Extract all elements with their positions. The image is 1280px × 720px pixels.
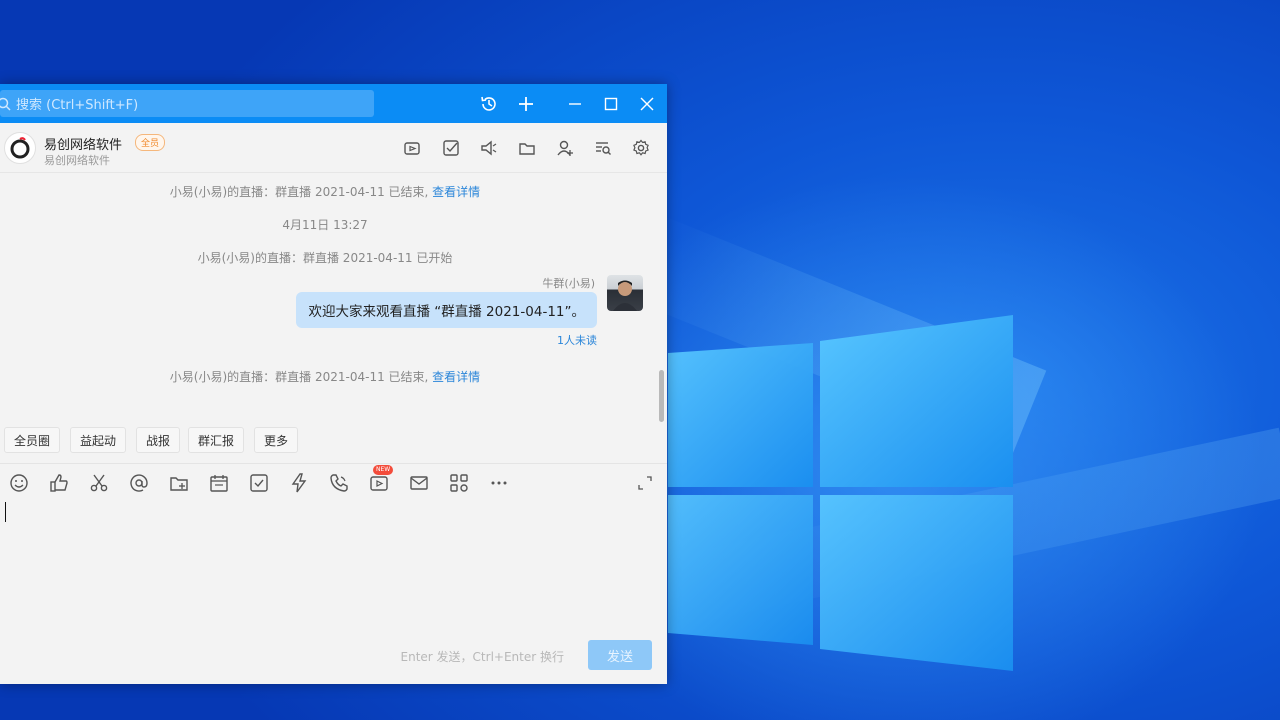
expand-icon[interactable] <box>634 472 656 494</box>
quick-action-chip[interactable]: 群汇报 <box>188 427 245 453</box>
search-icon <box>0 97 11 111</box>
scrollbar-thumb[interactable] <box>659 370 664 422</box>
group-type-badge: 全员 <box>135 134 166 151</box>
quick-action-chip[interactable]: 战报 <box>136 427 181 453</box>
announcement-icon[interactable] <box>479 138 499 158</box>
system-message: 小易(小易)的直播：群直播 2021-04-11 已结束, 查看详情 <box>0 183 650 200</box>
composer-toolbar: NEW <box>0 465 667 496</box>
send-button[interactable]: 发送 <box>588 640 652 670</box>
title-bar: 搜索 (Ctrl+Shift+F) <box>0 84 667 123</box>
message-timestamp: 4月11日 13:27 <box>282 218 368 232</box>
settings-icon[interactable] <box>631 138 651 158</box>
message-input[interactable] <box>0 500 667 630</box>
emoji-icon[interactable] <box>8 472 30 494</box>
lightning-icon[interactable] <box>288 472 310 494</box>
close-icon[interactable] <box>636 93 658 115</box>
chat-message-bubble[interactable]: 欢迎大家来观看直播 “群直播 2021-04-11”。 <box>296 292 597 328</box>
search-input[interactable]: 搜索 (Ctrl+Shift+F) <box>0 90 374 117</box>
system-message: 小易(小易)的直播：群直播 2021-04-11 已开始 <box>0 249 650 266</box>
system-message-text: 小易(小易)的直播：群直播 2021-04-11 已结束, <box>169 370 429 384</box>
chat-search-icon[interactable] <box>593 138 613 158</box>
task-check-icon[interactable] <box>441 138 461 158</box>
view-details-link[interactable]: 查看详情 <box>432 185 480 199</box>
chat-header: 易创网络软件 全员 易创网络软件 <box>0 123 667 173</box>
message-sender: 牛群(小易) <box>542 277 595 290</box>
folder-upload-icon[interactable] <box>168 472 190 494</box>
quick-action-chip[interactable]: 更多 <box>254 427 299 453</box>
minimize-icon[interactable] <box>564 93 586 115</box>
phone-icon[interactable] <box>328 472 350 494</box>
add-icon[interactable] <box>515 93 537 115</box>
system-message-text: 小易(小易)的直播：群直播 2021-04-11 已结束, <box>169 185 429 199</box>
user-avatar[interactable] <box>607 275 643 311</box>
thumbs-up-icon[interactable] <box>48 472 70 494</box>
unread-status[interactable]: 1人未读 <box>557 332 597 348</box>
scissors-icon[interactable] <box>88 472 110 494</box>
apps-icon[interactable] <box>448 472 470 494</box>
history-icon[interactable] <box>478 93 500 115</box>
group-name[interactable]: 易创网络软件 <box>44 134 122 153</box>
group-avatar[interactable] <box>4 132 36 164</box>
add-member-icon[interactable] <box>555 138 575 158</box>
composer-divider <box>0 463 667 464</box>
send-hint: Enter 发送，Ctrl+Enter 换行 <box>400 650 564 664</box>
system-message-text: 小易(小易)的直播：群直播 2021-04-11 已开始 <box>197 251 453 265</box>
maximize-icon[interactable] <box>600 93 622 115</box>
quick-action-chip[interactable]: 益起动 <box>70 427 127 453</box>
windows-logo <box>668 315 1013 671</box>
group-subtitle: 易创网络软件 <box>44 154 110 167</box>
more-icon[interactable] <box>488 472 510 494</box>
system-message: 小易(小易)的直播：群直播 2021-04-11 已结束, 查看详情 <box>0 368 650 385</box>
search-placeholder: 搜索 (Ctrl+Shift+F) <box>16 98 139 113</box>
calendar-icon[interactable] <box>208 472 230 494</box>
chat-message-text: 欢迎大家来观看直播 “群直播 2021-04-11”。 <box>308 304 585 320</box>
mention-icon[interactable] <box>128 472 150 494</box>
live-icon[interactable] <box>368 472 390 494</box>
task-icon[interactable] <box>248 472 270 494</box>
chat-window: 搜索 (Ctrl+Shift+F) 易创网络软件 全员 易创网络软件 小易(小易… <box>0 84 667 684</box>
folder-icon[interactable] <box>517 138 537 158</box>
mail-icon[interactable] <box>408 472 430 494</box>
text-caret <box>5 502 6 522</box>
quick-action-chip[interactable]: 全员圈 <box>4 427 61 453</box>
view-details-link[interactable]: 查看详情 <box>432 370 480 384</box>
new-badge: NEW <box>373 465 394 475</box>
live-video-icon[interactable] <box>402 138 422 158</box>
